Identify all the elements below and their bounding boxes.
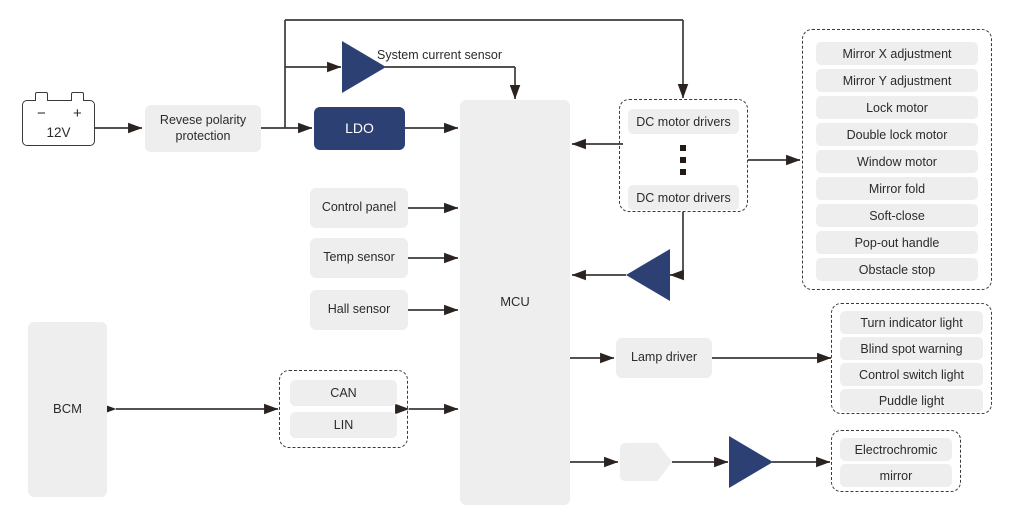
mcu-label: MCU [500, 294, 530, 310]
block-diagram-canvas: − + 12V Revese polarity protection LDO S… [0, 0, 1021, 526]
ldo-label: LDO [345, 119, 374, 136]
input-control-panel-label: Control panel [321, 200, 397, 215]
lamp-load-label: Blind spot warning [860, 341, 963, 356]
input-hall-sensor-label: Hall sensor [327, 302, 391, 317]
battery-plus-sign: + [73, 105, 82, 122]
battery-voltage-label: 12V [46, 125, 71, 140]
battery-minus-sign: − [37, 105, 46, 122]
actuator-label: Soft-close [869, 208, 925, 223]
lamp-load-puddle-light[interactable]: Puddle light [840, 389, 983, 412]
electrochromic-mirror-label: Electrochromic [854, 442, 938, 457]
actuator-label: Mirror X adjustment [842, 46, 952, 61]
actuator-window-motor[interactable]: Window motor [816, 150, 978, 173]
bcm-label: BCM [53, 401, 82, 417]
input-control-panel[interactable]: Control panel [310, 188, 408, 228]
vertical-ellipsis-dot-3 [680, 169, 686, 175]
actuator-double-lock-motor[interactable]: Double lock motor [816, 123, 978, 146]
input-temp-sensor[interactable]: Temp sensor [310, 238, 408, 278]
input-temp-sensor-label: Temp sensor [323, 250, 395, 265]
actuator-lock-motor[interactable]: Lock motor [816, 96, 978, 119]
electrochromic-mirror-label: mirror [879, 468, 913, 483]
actuator-label: Mirror fold [868, 181, 926, 196]
electrochromic-mirror-item-2[interactable]: mirror [840, 464, 952, 487]
actuator-label: Window motor [857, 154, 937, 169]
actuator-mirror-fold[interactable]: Mirror fold [816, 177, 978, 200]
actuator-obstacle-stop[interactable]: Obstacle stop [816, 258, 978, 281]
mcu-block[interactable]: MCU [460, 100, 570, 505]
input-hall-sensor[interactable]: Hall sensor [310, 290, 408, 330]
lamp-load-label: Turn indicator light [860, 315, 963, 330]
dc-motor-driver-top-label: DC motor drivers [636, 114, 731, 129]
reverse-polarity-line-2: protection [175, 128, 231, 143]
reverse-polarity-protection-block[interactable]: Revese polarity protection [145, 105, 261, 152]
system-current-sensor-label: System current sensor [377, 48, 503, 62]
bus-item-can-label: CAN [330, 386, 357, 400]
reverse-polarity-line-1: Revese polarity [159, 112, 247, 127]
actuator-pop-out-handle[interactable]: Pop-out handle [816, 231, 978, 254]
signal-output-pentagon-block[interactable] [620, 443, 672, 481]
bus-item-lin-label: LIN [333, 418, 354, 432]
lamp-load-control-switch-light[interactable]: Control switch light [840, 363, 983, 386]
bus-item-can[interactable]: CAN [290, 380, 397, 406]
lamp-load-label: Control switch light [859, 367, 964, 382]
actuator-label: Pop-out handle [854, 235, 940, 250]
lamp-driver-label: Lamp driver [631, 350, 697, 365]
lamp-load-label: Puddle light [878, 393, 945, 408]
actuator-soft-close[interactable]: Soft-close [816, 204, 978, 227]
dc-motor-driver-top[interactable]: DC motor drivers [628, 109, 739, 134]
bus-item-lin[interactable]: LIN [290, 412, 397, 438]
battery-symbol: − + 12V [22, 92, 95, 146]
electrochromic-mirror-amp-icon [729, 436, 773, 488]
lamp-driver-block[interactable]: Lamp driver [616, 338, 712, 378]
battery-terminal-positive [71, 92, 84, 101]
ldo-block[interactable]: LDO [314, 107, 405, 150]
actuator-label: Lock motor [866, 100, 928, 115]
actuator-label: Obstacle stop [858, 262, 936, 277]
vertical-ellipsis-dot-2 [680, 157, 686, 163]
lamp-load-turn-indicator-light[interactable]: Turn indicator light [840, 311, 983, 334]
dc-motor-driver-bottom[interactable]: DC motor drivers [628, 185, 739, 210]
electrochromic-mirror-item-1[interactable]: Electrochromic [840, 438, 952, 461]
vertical-ellipsis-dot-1 [680, 145, 686, 151]
battery-terminal-negative [35, 92, 48, 101]
actuator-mirror-x-adjustment[interactable]: Mirror X adjustment [816, 42, 978, 65]
dc-motor-driver-bottom-label: DC motor drivers [636, 190, 731, 205]
actuator-mirror-y-adjustment[interactable]: Mirror Y adjustment [816, 69, 978, 92]
bcm-block[interactable]: BCM [28, 322, 107, 497]
motor-feedback-amp-icon [626, 249, 670, 301]
actuator-label: Double lock motor [846, 127, 948, 142]
lamp-load-blind-spot-warning[interactable]: Blind spot warning [840, 337, 983, 360]
actuator-label: Mirror Y adjustment [842, 73, 952, 88]
